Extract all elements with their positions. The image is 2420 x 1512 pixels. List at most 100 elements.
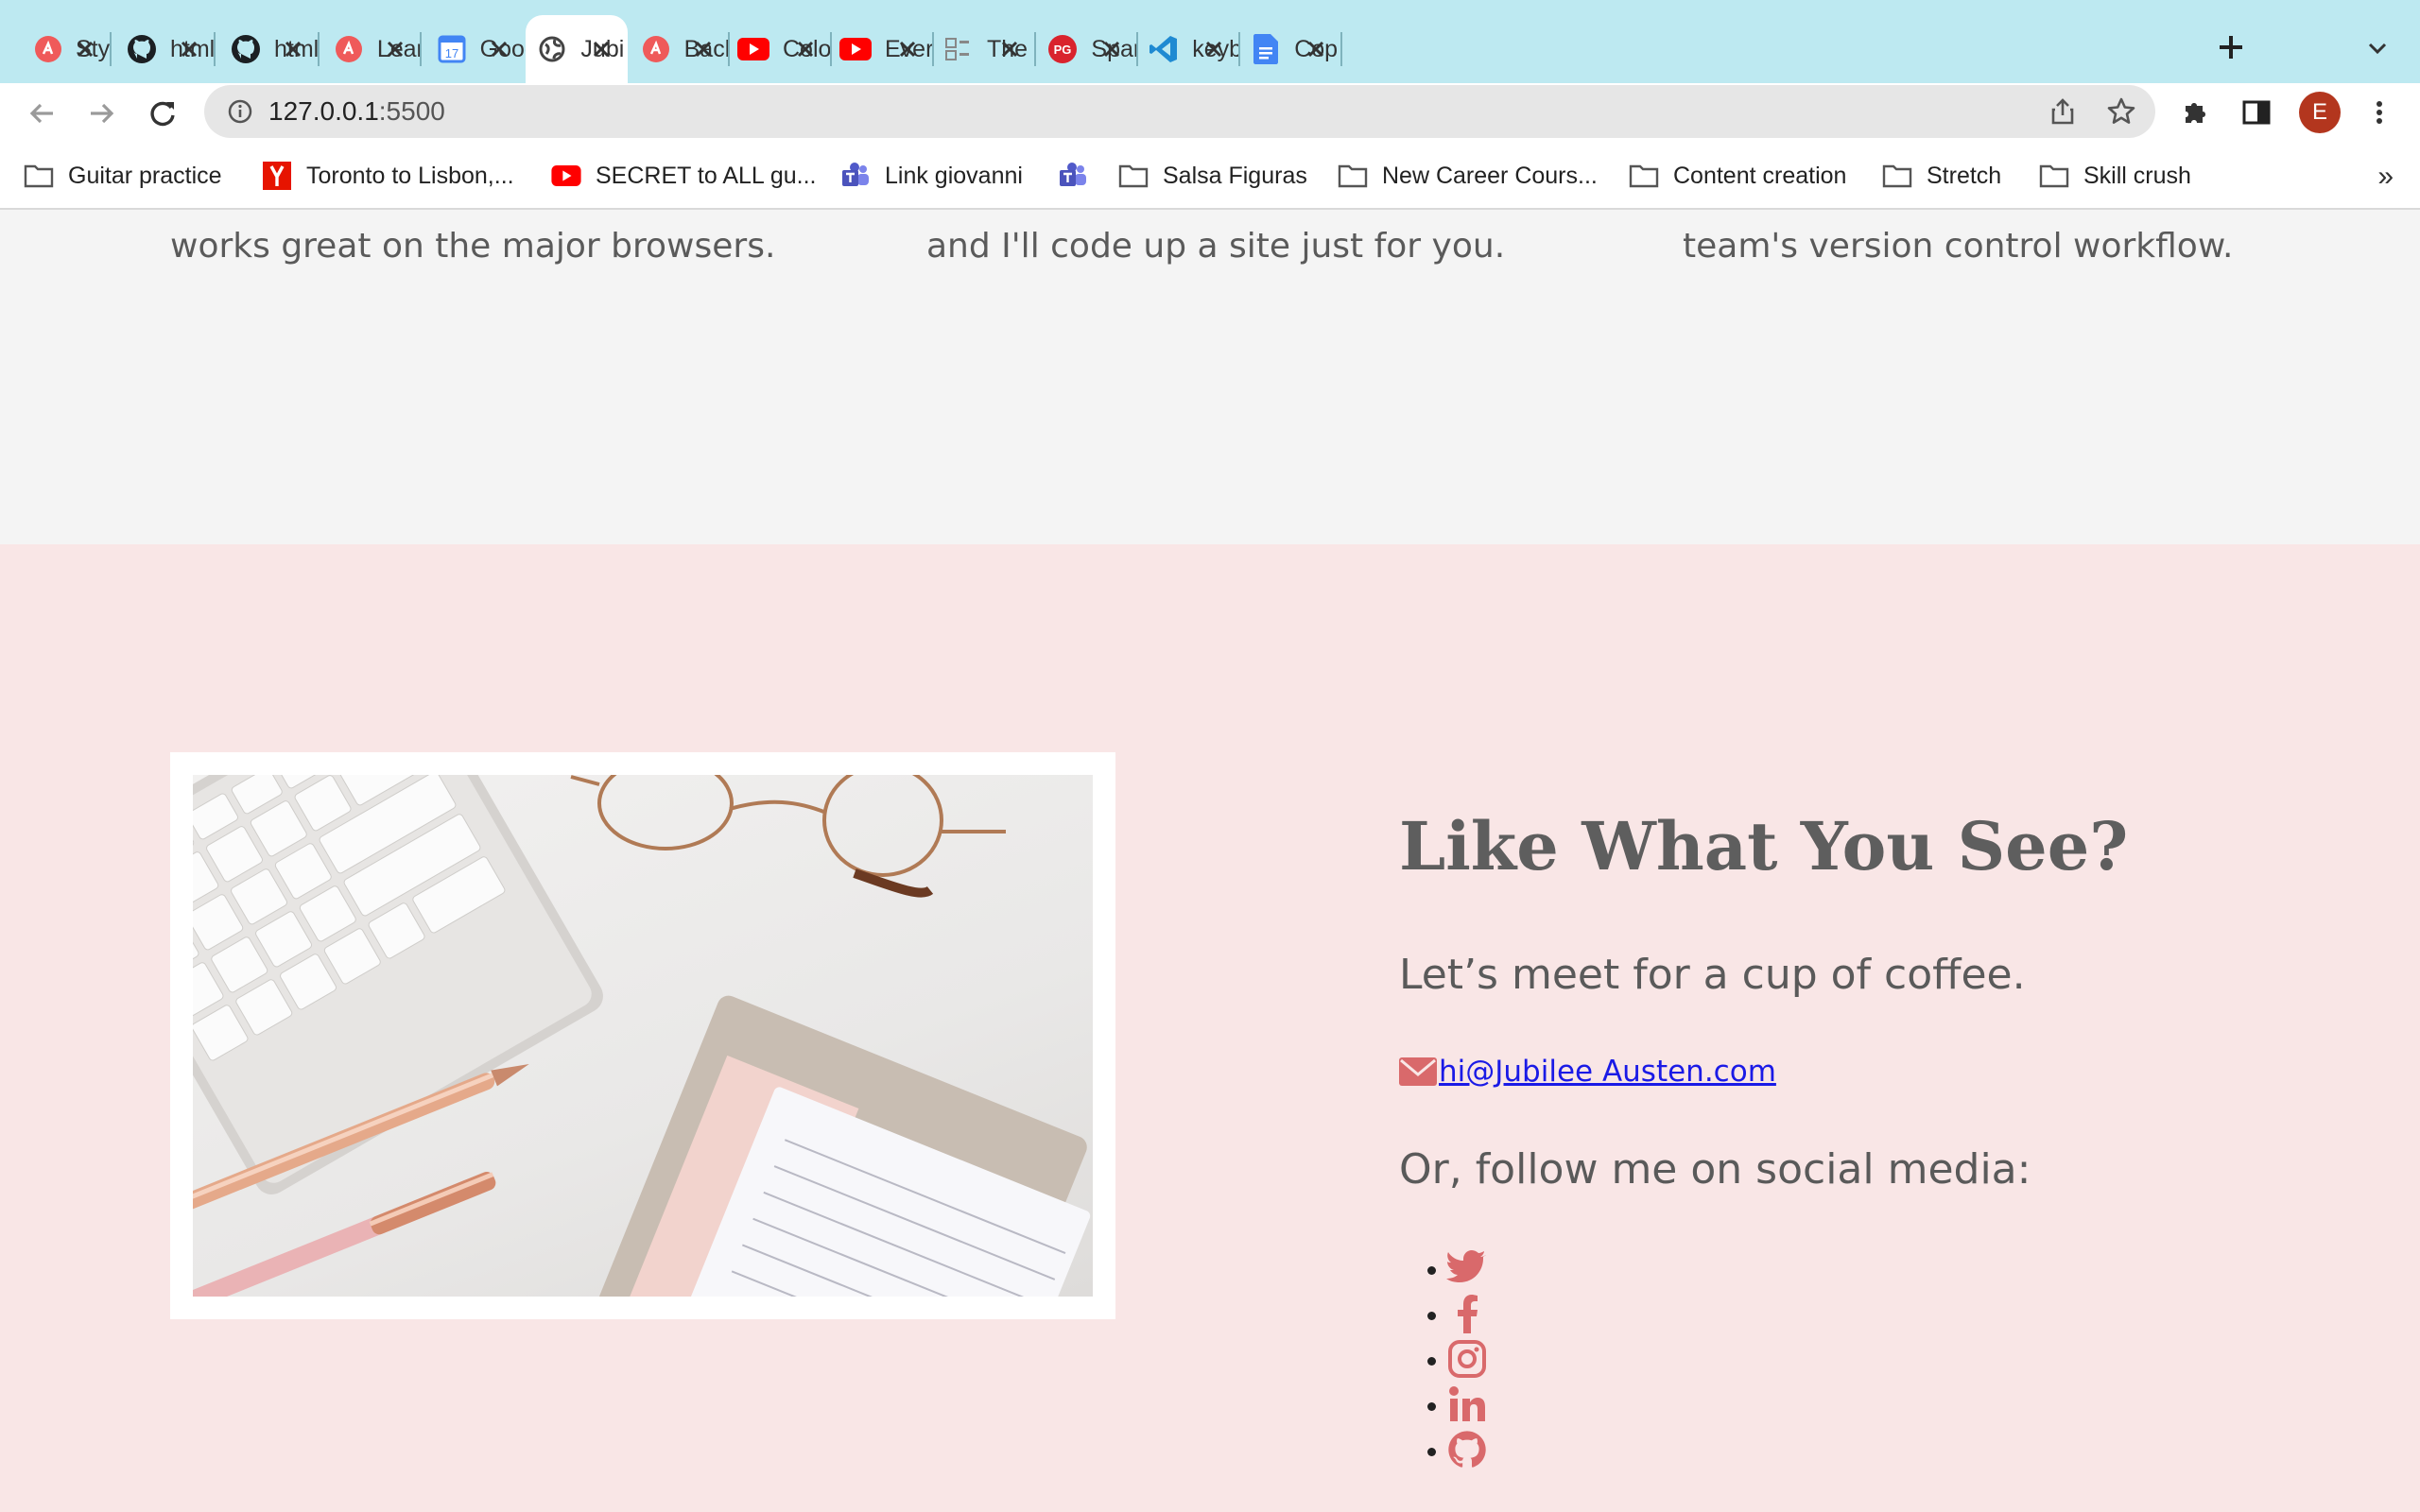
instagram-icon[interactable] <box>1446 1338 1488 1380</box>
github-icon <box>127 33 157 65</box>
bookmark-label: Guitar practice <box>68 162 222 189</box>
close-icon[interactable] <box>996 36 1023 62</box>
docs-icon <box>1250 33 1281 65</box>
youtube-icon <box>737 33 769 65</box>
folder-icon <box>1337 162 1369 190</box>
close-icon[interactable] <box>1098 36 1125 62</box>
close-icon[interactable] <box>690 36 717 62</box>
tab-back[interactable]: Back <box>628 15 730 83</box>
profile-avatar[interactable]: E <box>2299 92 2341 133</box>
skillcrush-icon <box>335 33 364 65</box>
globe-icon <box>537 33 567 65</box>
bookmark-guitar-practice[interactable]: Guitar practice <box>23 159 222 193</box>
contact-heading: Like What You See? <box>1399 807 2129 885</box>
tab-spar[interactable]: PG Spar <box>1036 15 1138 83</box>
bookmark-secret-to-all[interactable]: SECRET to ALL gu... <box>550 159 816 193</box>
close-icon[interactable] <box>588 36 614 62</box>
twitter-icon[interactable] <box>1446 1247 1488 1289</box>
tab-google-calendar[interactable]: 17 Goog <box>422 15 526 83</box>
bookmark-link-giovanni[interactable]: Link giovanni <box>839 159 1023 193</box>
bookmark-salsa-figuras[interactable]: Salsa Figuras <box>1117 159 1307 193</box>
close-icon[interactable] <box>1201 36 1227 62</box>
linkedin-icon[interactable] <box>1446 1383 1488 1425</box>
yandex-icon <box>261 162 293 190</box>
bookmark-teams[interactable] <box>1057 159 1102 193</box>
feature-text-custom-site: and I'll code up a site just for you. <box>926 227 1506 266</box>
address-bar[interactable]: 127.0.0.1:5500 <box>204 85 2155 138</box>
tab-style[interactable]: Style <box>0 15 112 83</box>
generic-page-icon <box>942 33 974 65</box>
social-item-linkedin <box>1427 1382 1488 1427</box>
folder-icon <box>1628 162 1660 190</box>
tab-separator <box>1340 32 1342 66</box>
email-row: hi@Jubilee Austen.com <box>1399 1055 1776 1089</box>
tab-github-1[interactable]: html <box>112 15 216 83</box>
bookmarks-overflow-button[interactable]: » <box>2377 161 2394 193</box>
bookmark-skill-crush[interactable]: Skill crush <box>2038 159 2191 193</box>
close-icon[interactable] <box>176 36 202 62</box>
back-arrow-icon[interactable] <box>25 96 59 130</box>
tab-vscode-keyb[interactable]: keyb <box>1138 15 1240 83</box>
folder-icon <box>1881 162 1913 190</box>
side-panel-icon[interactable] <box>2240 96 2273 129</box>
tab-youtube-colo[interactable]: Colo <box>730 15 832 83</box>
tab-the[interactable]: The <box>934 15 1036 83</box>
bookmark-stretch[interactable]: Stretch <box>1881 159 2001 193</box>
close-icon[interactable] <box>72 36 98 62</box>
bookmark-label: Salsa Figuras <box>1163 162 1307 189</box>
social-item-facebook <box>1427 1291 1488 1336</box>
tab-youtube-ever[interactable]: Ever <box>832 15 934 83</box>
teams-icon <box>839 162 872 190</box>
close-icon[interactable] <box>792 36 819 62</box>
desk-photo <box>193 775 1093 1297</box>
skillcrush-icon <box>641 33 671 65</box>
close-icon[interactable] <box>1303 36 1329 62</box>
chevron-down-icon[interactable] <box>2363 34 2392 62</box>
close-icon[interactable] <box>382 36 408 62</box>
bookmarks-bar: Guitar practice Toronto to Lisbon,... SE… <box>0 142 2420 210</box>
contact-subheading: Let’s meet for a cup of coffee. <box>1399 951 2026 999</box>
bookmark-label: Skill crush <box>2083 162 2191 189</box>
forward-arrow-icon[interactable] <box>85 96 119 130</box>
bookmark-toronto-lisbon[interactable]: Toronto to Lisbon,... <box>261 159 514 193</box>
svg-text:17: 17 <box>445 46 458 60</box>
reload-icon[interactable] <box>146 96 180 130</box>
features-section: works great on the major browsers. and I… <box>0 210 2420 544</box>
url-port: :5500 <box>378 96 445 126</box>
folder-icon <box>1117 162 1150 190</box>
folder-icon <box>23 162 55 190</box>
tab-strip: Style html html Lear 17 Goog <box>0 0 2420 83</box>
close-icon[interactable] <box>486 36 512 62</box>
github-icon[interactable] <box>1446 1429 1488 1470</box>
site-info-icon[interactable] <box>227 98 253 125</box>
feature-text-version-control: team's version control workflow. <box>1683 227 2234 266</box>
bookmark-star-icon[interactable] <box>2106 96 2136 127</box>
envelope-icon <box>1399 1057 1437 1086</box>
folder-icon <box>2038 162 2070 190</box>
extensions-puzzle-icon[interactable] <box>2180 96 2212 129</box>
youtube-icon <box>550 162 582 190</box>
tab-github-2[interactable]: html <box>216 15 320 83</box>
calendar-icon: 17 <box>437 33 467 65</box>
social-item-instagram <box>1427 1336 1488 1382</box>
tab-learn[interactable]: Lear <box>320 15 422 83</box>
teams-icon <box>1057 162 1089 190</box>
social-item-twitter <box>1427 1246 1488 1291</box>
facebook-icon[interactable] <box>1446 1293 1488 1334</box>
bookmark-label: New Career Cours... <box>1382 162 1598 189</box>
share-icon[interactable] <box>2048 96 2078 127</box>
email-link[interactable]: hi@Jubilee Austen.com <box>1439 1055 1776 1089</box>
close-icon[interactable] <box>280 36 306 62</box>
bookmark-label: Link giovanni <box>885 162 1023 189</box>
url-text: 127.0.0.1:5500 <box>268 96 445 127</box>
new-tab-icon[interactable] <box>2212 28 2250 66</box>
github-icon <box>231 33 261 65</box>
vscode-icon <box>1148 33 1179 65</box>
close-icon[interactable] <box>894 36 921 62</box>
pg-icon: PG <box>1047 33 1078 65</box>
bookmark-content-creation[interactable]: Content creation <box>1628 159 1846 193</box>
bookmark-new-career[interactable]: New Career Cours... <box>1337 159 1598 193</box>
tab-docs-cop[interactable]: Cop <box>1240 15 1342 83</box>
kebab-menu-icon[interactable] <box>2363 96 2395 129</box>
tab-jubilee-active[interactable]: Jubi <box>526 15 628 83</box>
